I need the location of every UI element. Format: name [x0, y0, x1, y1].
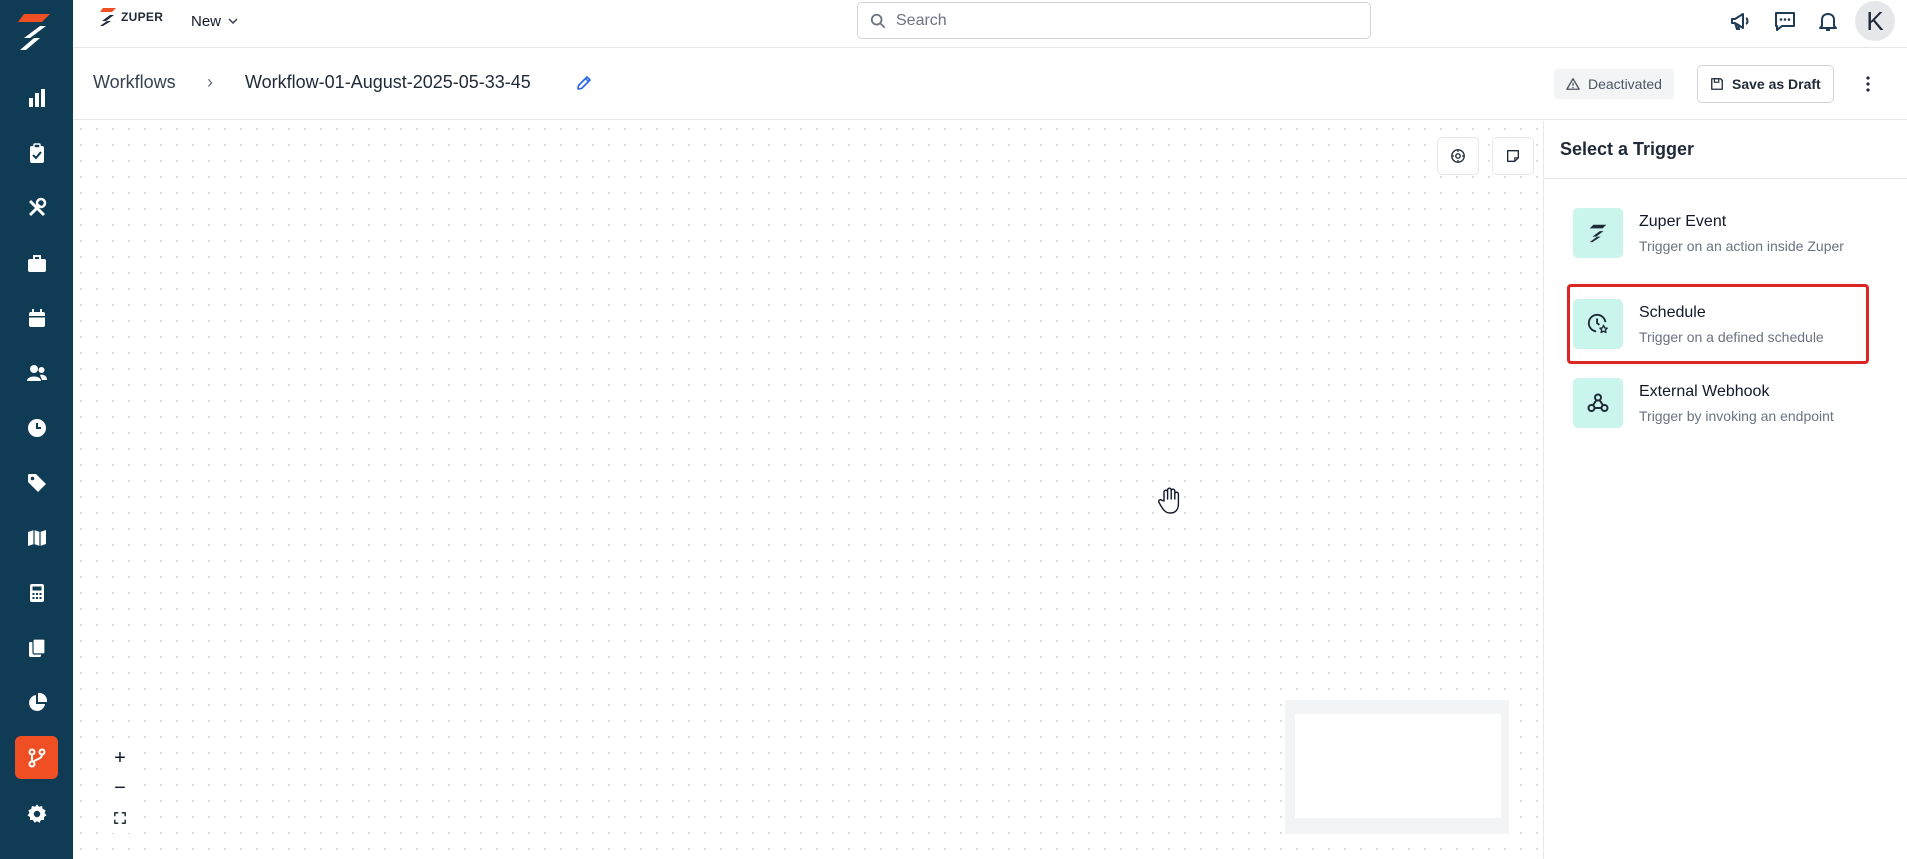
- save-as-draft-label: Save as Draft: [1732, 76, 1821, 92]
- search-input[interactable]: [896, 11, 1336, 30]
- sidebar-item-maps[interactable]: [0, 516, 73, 560]
- calculator-icon: [29, 584, 44, 602]
- announcements-button[interactable]: [1726, 6, 1756, 36]
- trigger-description: Trigger on an action inside Zuper: [1639, 237, 1844, 254]
- bar-chart-icon: [28, 89, 45, 107]
- zuper-mark-icon: [100, 8, 116, 26]
- users-icon: [26, 365, 47, 381]
- clock-icon: [27, 419, 46, 437]
- chevron-down-icon: [228, 18, 238, 25]
- clipboard-icon: [29, 143, 44, 163]
- sidebar-item-documents[interactable]: [0, 626, 73, 670]
- minimap[interactable]: [1285, 700, 1509, 834]
- tools-icon: [28, 197, 46, 217]
- sidebar-item-users[interactable]: [0, 351, 73, 395]
- warning-icon: [1566, 78, 1580, 90]
- megaphone-icon: [1731, 13, 1749, 30]
- sticky-note-icon: [1507, 150, 1519, 162]
- brand-name: ZUPER: [121, 10, 164, 24]
- minimap-viewport[interactable]: [1295, 714, 1501, 818]
- sidebar-item-workflows[interactable]: [0, 736, 73, 780]
- trigger-name: External Webhook: [1639, 382, 1770, 400]
- sidebar-item-settings[interactable]: [0, 792, 73, 836]
- more-vertical-icon: [1866, 76, 1870, 92]
- target-icon: [1451, 149, 1465, 163]
- breadcrumb-separator: ›: [207, 72, 213, 92]
- sidebar-item-schedule[interactable]: [0, 296, 73, 340]
- zuper-logo-icon: [1573, 208, 1623, 258]
- fullscreen-icon: [114, 812, 126, 824]
- trigger-zuper-event[interactable]: Zuper Event Trigger on an action inside …: [1573, 197, 1893, 269]
- clock-star-icon: [1573, 299, 1623, 349]
- bell-icon: [1819, 13, 1837, 31]
- webhook-icon: [1573, 378, 1623, 428]
- chat-button[interactable]: [1770, 6, 1800, 36]
- canvas-settings-button[interactable]: [1437, 137, 1479, 175]
- zoom-out-button[interactable]: −: [105, 773, 135, 803]
- zuper-logo-icon[interactable]: [16, 10, 56, 54]
- zoom-in-button[interactable]: +: [105, 743, 135, 773]
- sidebar-item-analytics[interactable]: [0, 681, 73, 725]
- fit-view-button[interactable]: [105, 803, 135, 833]
- trigger-name: Zuper Event: [1639, 212, 1727, 230]
- briefcase-icon: [27, 255, 46, 272]
- status-badge: Deactivated: [1554, 69, 1674, 99]
- save-icon: [1711, 78, 1723, 90]
- trigger-description: Trigger by invoking an endpoint: [1639, 407, 1834, 424]
- pie-chart-icon: [28, 692, 47, 711]
- hand-cursor-icon: [1158, 487, 1180, 514]
- brand-logo[interactable]: ZUPER: [99, 6, 163, 28]
- top-bar: ZUPER New K: [73, 0, 1907, 48]
- tag-icon: [27, 474, 46, 492]
- trigger-panel: Select a Trigger Zuper Event Trigger on …: [1543, 121, 1907, 859]
- sticky-note-button[interactable]: [1492, 137, 1534, 175]
- gear-icon: [27, 804, 46, 823]
- calendar-icon: [28, 309, 45, 327]
- sidebar-item-service[interactable]: [0, 186, 73, 230]
- sidebar-item-jobs[interactable]: [0, 131, 73, 175]
- workflow-canvas[interactable]: + −: [73, 121, 1543, 859]
- status-label: Deactivated: [1588, 76, 1662, 92]
- trigger-name: Schedule: [1639, 303, 1706, 321]
- map-icon: [27, 530, 46, 546]
- search-icon: [870, 13, 886, 28]
- trigger-schedule[interactable]: Schedule Trigger on a defined schedule: [1567, 284, 1869, 364]
- sidebar-item-estimates[interactable]: [0, 571, 73, 615]
- sidebar: [0, 0, 73, 859]
- search-box[interactable]: [857, 2, 1371, 39]
- save-as-draft-button[interactable]: Save as Draft: [1697, 65, 1834, 103]
- page-title: Workflow-01-August-2025-05-33-45: [245, 72, 531, 92]
- avatar[interactable]: K: [1855, 1, 1895, 41]
- new-menu-button[interactable]: New: [191, 10, 239, 32]
- panel-title: Select a Trigger: [1560, 139, 1695, 159]
- sidebar-item-projects[interactable]: [0, 241, 73, 285]
- panel-divider: [1544, 178, 1907, 179]
- trigger-external-webhook[interactable]: External Webhook Trigger by invoking an …: [1573, 367, 1893, 439]
- new-label: New: [191, 12, 222, 30]
- documents-icon: [28, 638, 46, 657]
- edit-pencil-icon[interactable]: [575, 74, 593, 92]
- breadcrumb-workflows-link[interactable]: Workflows: [93, 72, 176, 93]
- workflow-icon: [28, 748, 45, 768]
- sidebar-item-timesheet[interactable]: [0, 406, 73, 450]
- zoom-controls: + −: [105, 743, 135, 833]
- sidebar-item-reports[interactable]: [0, 76, 73, 120]
- sidebar-item-pricing[interactable]: [0, 461, 73, 505]
- more-options-button[interactable]: [1858, 70, 1878, 98]
- notifications-button[interactable]: [1813, 6, 1843, 36]
- header-bar: Workflows › Workflow-01-August-2025-05-3…: [73, 48, 1907, 120]
- chat-icon: [1775, 12, 1795, 31]
- trigger-description: Trigger on a defined schedule: [1639, 328, 1824, 345]
